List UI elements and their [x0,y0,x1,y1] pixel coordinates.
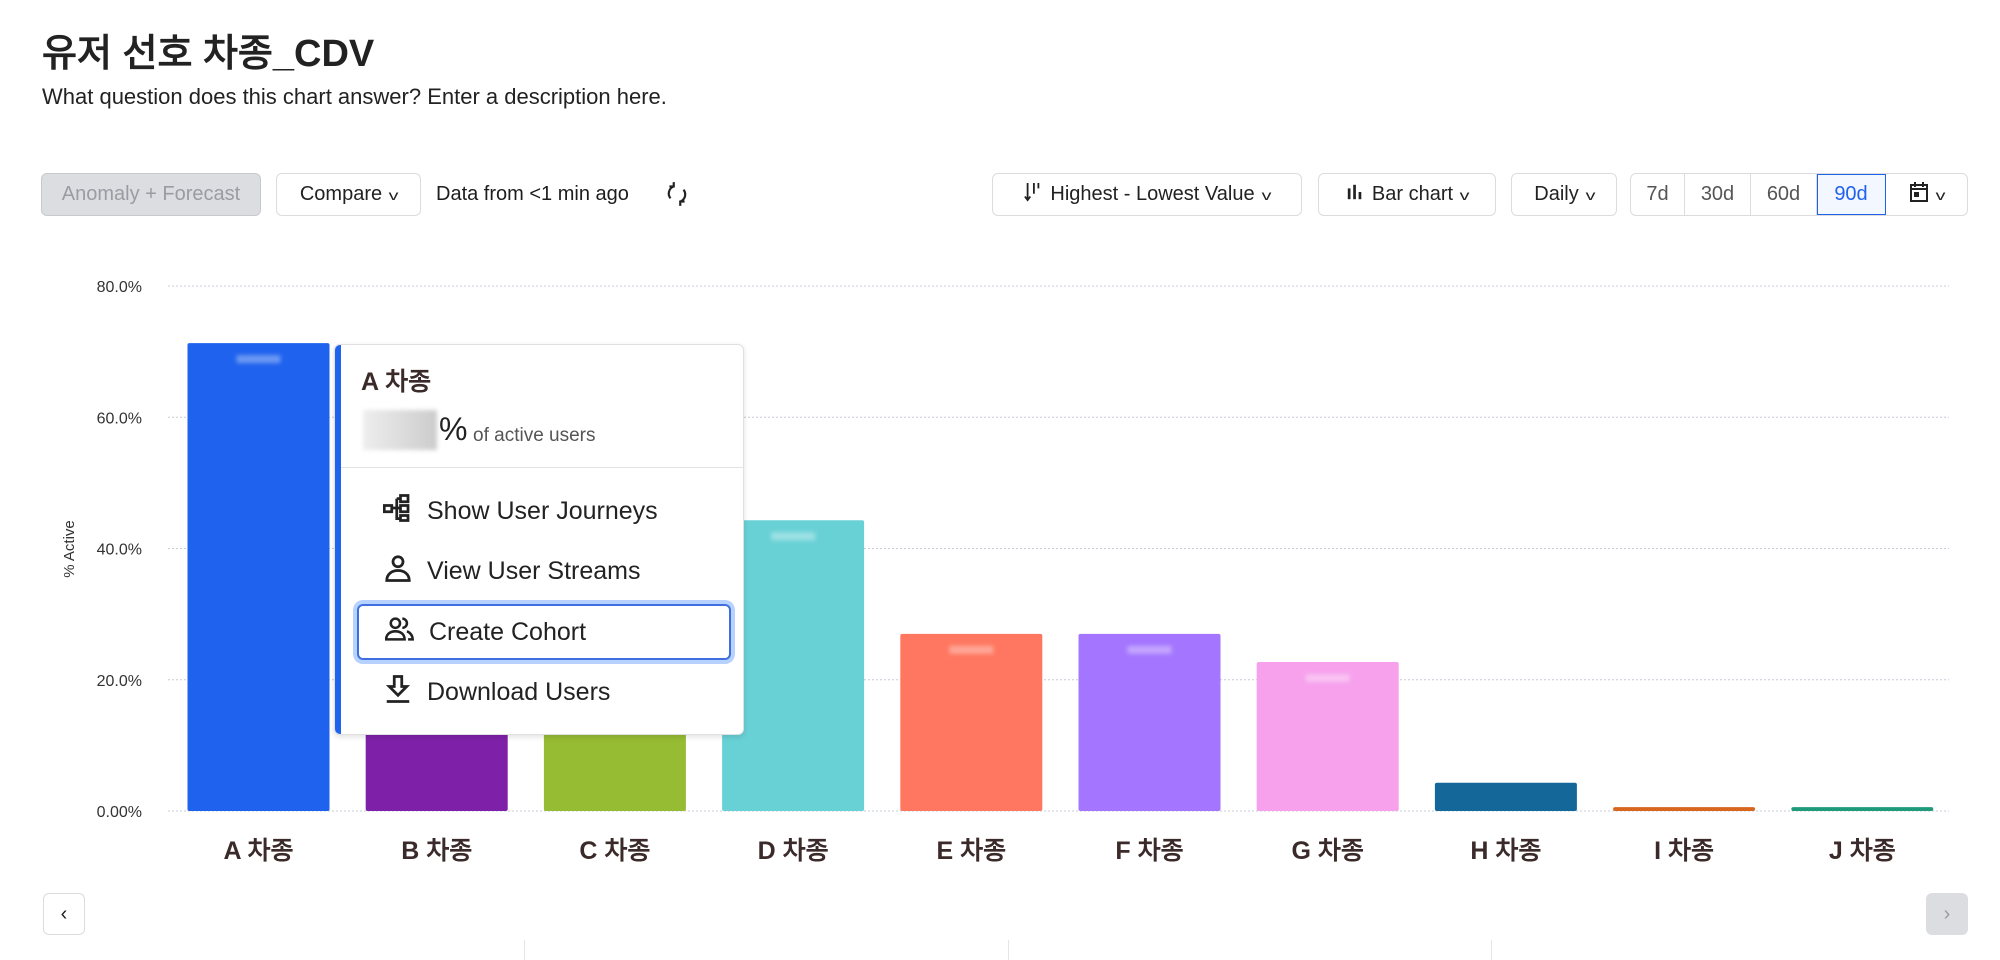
show-user-journeys-item[interactable]: Show User Journeys [357,483,731,539]
bar-context-menu: A 차종 % of active users Show User Journey… [334,344,744,735]
scroll-left-button[interactable]: ‹ [43,893,85,935]
menu-item-label: Show User Journeys [427,496,658,525]
redacted-bar-value [236,355,281,364]
bar[interactable] [900,633,1043,811]
y-axis-label: % Active [61,520,78,578]
download-users-item[interactable]: Download Users [357,664,731,720]
tooltip-subtitle: of active users [473,425,596,446]
y-tick-label: 20.0% [97,673,142,690]
y-tick-label: 40.0% [97,542,142,559]
x-tick-label: I 차종 [1654,837,1714,865]
bar[interactable] [1434,782,1577,811]
x-tick-label: F 차종 [1115,837,1183,865]
bar[interactable] [187,343,330,811]
y-tick-label: 0.00% [97,804,142,821]
redacted-bar-value [1305,674,1350,683]
x-tick-label: C 차종 [579,837,650,865]
menu-item-label: Create Cohort [429,617,587,646]
divider [524,940,525,960]
users-icon [384,614,415,651]
bar[interactable] [1791,807,1934,811]
create-cohort-item[interactable]: Create Cohort [357,604,731,660]
redacted-bar-value [1127,645,1172,654]
y-tick-label: 60.0% [97,410,142,427]
x-tick-label: A 차종 [223,837,293,865]
redacted-bar-value [771,532,816,541]
user-icon [383,553,413,590]
menu-item-label: Download Users [427,677,611,706]
x-tick-label: E 차종 [936,837,1006,865]
divider [1008,940,1009,960]
bar[interactable] [1256,662,1399,811]
redacted-value [363,410,437,450]
scroll-right-button[interactable]: › [1926,893,1968,935]
x-tick-label: G 차종 [1291,837,1363,865]
x-tick-label: H 차종 [1470,837,1541,865]
journey-icon [382,493,413,530]
divider [341,467,743,468]
series-color-indicator [335,345,341,734]
x-tick-label: J 차종 [1829,837,1896,865]
bar[interactable] [1613,807,1756,811]
chevron-right-icon: › [1943,902,1951,925]
redacted-bar-value [949,645,994,654]
menu-item-label: View User Streams [427,556,641,585]
divider [1491,940,1492,960]
x-tick-label: B 차종 [401,837,472,865]
bar[interactable] [1078,633,1221,811]
x-tick-label: D 차종 [758,837,829,865]
tooltip-title: A 차종 [361,368,432,396]
bar-chart: 0.00% 20.0% 40.0% 60.0% 80.0% % Active A 차종 B 차… [61,279,1949,865]
percent-symbol: % [439,411,468,447]
y-tick-label: 80.0% [97,279,142,296]
view-user-streams-item[interactable]: View User Streams [357,543,731,599]
download-icon [383,674,413,711]
chevron-left-icon: ‹ [60,902,68,925]
